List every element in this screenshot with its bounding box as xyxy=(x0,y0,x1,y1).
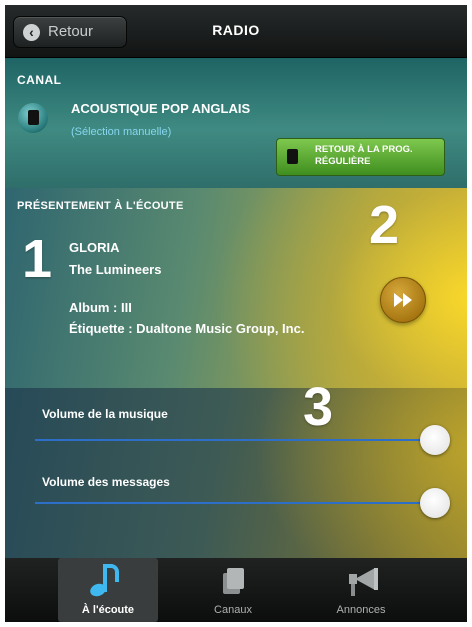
label-info: Étiquette : Dualtone Music Group, Inc. xyxy=(69,321,305,336)
tab-listening[interactable]: À l'écoute xyxy=(58,558,158,622)
tab-listening-label: À l'écoute xyxy=(81,604,135,616)
now-playing-heading: PRÉSENTEMENT À L'ÉCOUTE xyxy=(17,200,184,212)
channel-mode: (Sélection manuelle) xyxy=(71,126,172,138)
radio-screen: ‹ Retour RADIO CANAL ACOUSTIQUE POP ANGL… xyxy=(5,5,467,622)
tab-channels-label: Canaux xyxy=(214,604,252,616)
tab-channels[interactable]: Canaux xyxy=(183,558,283,622)
megaphone-icon xyxy=(345,568,379,598)
channel-disc-icon xyxy=(18,103,48,133)
channel-name: ACOUSTIQUE POP ANGLAIS xyxy=(71,101,251,116)
messages-volume-label: Volume des messages xyxy=(42,475,170,489)
messages-volume-track xyxy=(35,502,436,504)
now-playing-panel: PRÉSENTEMENT À L'ÉCOUTE 1 2 GLORIA The L… xyxy=(5,188,467,388)
music-volume-slider[interactable] xyxy=(35,425,450,455)
channel-heading: CANAL xyxy=(17,73,62,87)
callout-number-2: 2 xyxy=(369,195,400,255)
tab-announcements-label: Annonces xyxy=(336,604,386,616)
channel-icon xyxy=(287,149,298,164)
music-volume-track xyxy=(35,439,436,441)
tab-announcements[interactable]: Annonces xyxy=(311,558,411,622)
tab-bar: À l'écoute Canaux Annonces xyxy=(5,558,467,622)
page-title: RADIO xyxy=(212,22,260,38)
callout-number-1: 1 xyxy=(22,229,53,289)
return-to-regular-program-button[interactable]: RETOUR À LA PROG. RÉGULIÈRE xyxy=(276,138,445,176)
channel-panel: CANAL ACOUSTIQUE POP ANGLAIS (Sélection … xyxy=(5,58,467,188)
album-info: Album : III xyxy=(69,300,132,315)
volume-panel: 3 Volume de la musique Volume des messag… xyxy=(5,377,467,558)
channels-icon xyxy=(223,568,244,594)
song-title: GLORIA xyxy=(69,240,120,255)
messages-volume-slider[interactable] xyxy=(35,488,450,518)
music-volume-knob[interactable] xyxy=(420,425,450,455)
artist-name: The Lumineers xyxy=(69,262,162,277)
return-to-regular-program-label: RETOUR À LA PROG. RÉGULIÈRE xyxy=(315,144,413,167)
top-bar: ‹ Retour RADIO xyxy=(5,5,467,58)
messages-volume-knob[interactable] xyxy=(420,488,450,518)
skip-forward-button[interactable] xyxy=(380,277,426,323)
music-volume-label: Volume de la musique xyxy=(42,407,168,421)
